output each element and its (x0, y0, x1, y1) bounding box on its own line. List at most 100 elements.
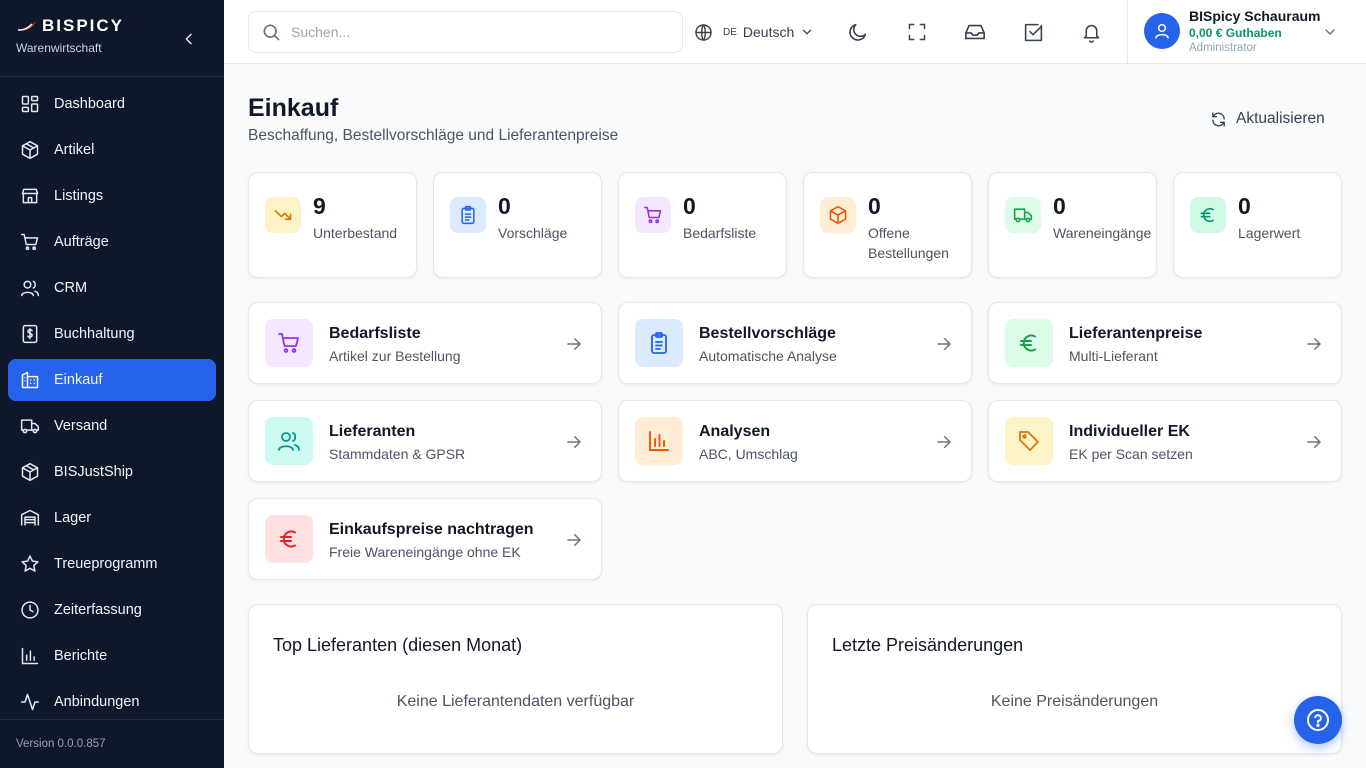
notifications-button[interactable] (1079, 20, 1103, 44)
card-subtitle: ABC, Umschlag (699, 446, 798, 462)
sidebar-item-buchhaltung[interactable]: Buchhaltung (8, 313, 216, 355)
stat-label: Wareneingänge (1053, 225, 1152, 241)
stat-offene-bestellungen[interactable]: 0 Offene Bestellungen (803, 172, 972, 278)
card-einkaufspreise-nachtragen[interactable]: Einkaufspreise nachtragen Freie Warenein… (248, 498, 602, 580)
topbar-divider (1127, 0, 1128, 64)
user-name: BISpicy Schauraum (1189, 8, 1321, 24)
sidebar-item-einkauf[interactable]: Einkauf (8, 359, 216, 401)
arrow-right-icon (565, 531, 583, 549)
arrow-right-icon (935, 433, 953, 451)
empty-state: Keine Preisänderungen (990, 693, 1159, 710)
card-bestellvorschlaege[interactable]: Bestellvorschläge Automatische Analyse (618, 302, 972, 384)
user-menu[interactable]: BISpicy Schauraum 0,00 € Guthaben Admini… (1144, 8, 1321, 54)
panel-top-suppliers: Top Lieferanten (diesen Monat) Keine Lie… (248, 604, 783, 754)
chevron-down-icon[interactable] (1322, 24, 1338, 40)
user-role: Administrator (1189, 42, 1257, 54)
sidebar-item-label: Dashboard (54, 96, 125, 112)
search-input[interactable] (291, 24, 651, 40)
package-icon (20, 140, 40, 160)
brand[interactable]: BISPICY Warenwirtschaft (16, 16, 124, 55)
sidebar-item-label: Aufträge (54, 234, 109, 250)
topbar: DE Deutsch BISpicy Schauraum 0,00 € Guth… (224, 0, 1366, 64)
truck-icon (20, 416, 40, 436)
sidebar-item-zeiterfassung[interactable]: Zeiterfassung (8, 589, 216, 631)
stat-value: 0 (683, 193, 696, 219)
search-box[interactable] (248, 11, 683, 53)
card-analysen[interactable]: Analysen ABC, Umschlag (618, 400, 972, 482)
sidebar-item-label: CRM (54, 280, 88, 296)
stat-value: 0 (1053, 193, 1066, 219)
sidebar-item-bisjustship[interactable]: BISJustShip (8, 451, 216, 493)
stat-wareneingaenge[interactable]: 0 Wareneingänge (988, 172, 1157, 278)
card-individueller-ek[interactable]: Individueller EK EK per Scan setzen (988, 400, 1342, 482)
stat-lagerwert[interactable]: 0 Lagerwert (1173, 172, 1342, 278)
sidebar-nav: Dashboard Artikel Listings Aufträge CRM … (8, 83, 216, 727)
card-subtitle: Multi-Lieferant (1069, 348, 1158, 364)
bar-chart-icon (20, 646, 40, 666)
search-icon (261, 22, 281, 42)
sidebar-item-dashboard[interactable]: Dashboard (8, 83, 216, 125)
card-title: Bestellvorschläge (699, 325, 836, 342)
card-lieferanten[interactable]: Lieferanten Stammdaten & GPSR (248, 400, 602, 482)
arrow-right-icon (1305, 433, 1323, 451)
sidebar-item-label: Anbindungen (54, 694, 140, 710)
stat-vorschlaege[interactable]: 0 Vorschläge (433, 172, 602, 278)
building-icon (20, 370, 40, 390)
sidebar-item-label: Artikel (54, 142, 95, 158)
inbox-icon (965, 24, 985, 40)
sidebar-divider (0, 719, 224, 720)
sidebar-item-treueprogramm[interactable]: Treueprogramm (8, 543, 216, 585)
store-icon (20, 186, 40, 206)
chevron-down-icon (800, 25, 814, 39)
tag-icon (1005, 417, 1053, 465)
sidebar-item-label: Treueprogramm (54, 556, 158, 572)
card-title: Einkaufspreise nachtragen (329, 521, 534, 538)
language-label: Deutsch (742, 24, 795, 40)
sidebar-item-versand[interactable]: Versand (8, 405, 216, 447)
theme-toggle-button[interactable] (846, 20, 870, 44)
warehouse-icon (20, 508, 40, 528)
stat-unterbestand[interactable]: 9 Unterbestand (248, 172, 417, 278)
clipboard-list-icon (450, 197, 486, 233)
card-subtitle: Freie Wareneingänge ohne EK (329, 544, 521, 560)
tasks-button[interactable] (1021, 20, 1045, 44)
receipt-icon (20, 324, 40, 344)
sidebar-item-anbindungen[interactable]: Anbindungen (8, 681, 216, 723)
card-subtitle: Stammdaten & GPSR (329, 446, 466, 462)
checkbox-icon (1024, 23, 1042, 41)
sidebar-divider (0, 76, 224, 77)
card-title: Analysen (699, 423, 771, 440)
help-button[interactable] (1294, 696, 1342, 744)
sidebar-item-crm[interactable]: CRM (8, 267, 216, 309)
sidebar-item-berichte[interactable]: Berichte (8, 635, 216, 677)
users-icon (20, 278, 40, 298)
card-bedarfsliste[interactable]: Bedarfsliste Artikel zur Bestellung (248, 302, 602, 384)
sidebar-item-label: Zeiterfassung (54, 602, 142, 618)
sidebar-item-label: Lager (54, 510, 92, 526)
language-selector[interactable]: DE Deutsch (694, 20, 814, 44)
truck-icon (1005, 197, 1041, 233)
inbox-button[interactable] (963, 20, 987, 44)
refresh-label: Aktualisieren (1236, 110, 1325, 127)
stat-label: Vorschläge (498, 225, 568, 241)
clock-icon (20, 600, 40, 620)
sidebar-item-artikel[interactable]: Artikel (8, 129, 216, 171)
card-title: Bedarfsliste (329, 325, 421, 342)
sidebar: BISPICY Warenwirtschaft Dashboard Artike… (0, 0, 224, 768)
stat-label: Bedarfsliste (683, 225, 757, 241)
stat-bedarfsliste[interactable]: 0 Bedarfsliste (618, 172, 787, 278)
card-lieferantenpreise[interactable]: Lieferantenpreise Multi-Lieferant (988, 302, 1342, 384)
package-icon (820, 197, 856, 233)
package-icon (20, 462, 40, 482)
refresh-button[interactable]: Aktualisieren (1210, 110, 1325, 128)
fullscreen-button[interactable] (905, 20, 929, 44)
card-title: Lieferanten (329, 423, 416, 440)
sidebar-item-listings[interactable]: Listings (8, 175, 216, 217)
bell-icon (1083, 24, 1099, 43)
stat-value: 0 (1238, 193, 1251, 219)
cart-icon (20, 232, 40, 252)
sidebar-collapse-button[interactable] (178, 28, 200, 50)
panel-title: Letzte Preisänderungen (832, 635, 1024, 655)
sidebar-item-lager[interactable]: Lager (8, 497, 216, 539)
sidebar-item-auftraege[interactable]: Aufträge (8, 221, 216, 263)
